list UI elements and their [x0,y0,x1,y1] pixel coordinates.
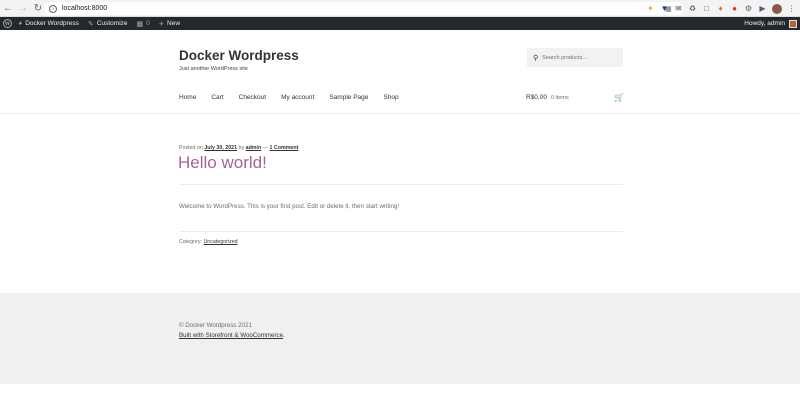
post-content: Welcome to WordPress. This is your first… [179,203,400,210]
extension-icon[interactable]: ▼ [660,4,669,13]
site-tagline: Just another WordPress site [179,66,248,72]
post-author-link[interactable]: admin [246,145,262,151]
admin-bar-account[interactable]: Howdy, admin [744,17,797,30]
footer-copyright: © Docker Wordpress 2021 [179,322,252,329]
admin-bar-customize[interactable]: ✎ Customize [88,20,128,28]
site-footer [0,293,800,384]
product-search-input[interactable]: ⚲ Search products… [527,48,623,67]
post-date-link[interactable]: July 30, 2021 [204,145,237,151]
post-title-divider [179,184,623,185]
info-icon[interactable]: i [49,4,57,13]
extension-icon[interactable]: ♦ [716,4,725,13]
extension-icon[interactable]: □ [702,4,711,13]
admin-bar-site-name[interactable]: ◕ Docker Wordpress [18,20,79,27]
extension-icon[interactable]: ✦ [646,4,655,13]
menu-item-checkout[interactable]: Checkout [239,94,266,101]
post-comments-link[interactable]: 1 Comment [270,145,299,151]
profile-avatar[interactable] [772,3,782,14]
menu-item-shop[interactable]: Shop [383,94,398,101]
extension-icon[interactable]: ♻ [688,4,697,13]
site-title[interactable]: Docker Wordpress [179,48,299,63]
post-title[interactable]: Hello world! [178,153,267,173]
address-bar[interactable]: i localhost:8000 ▦ ☆ [44,2,684,15]
primary-menu: Home Cart Checkout My account Sample Pag… [179,94,414,101]
menu-item-home[interactable]: Home [179,94,196,101]
search-icon: ⚲ [533,54,539,62]
post-content-divider [179,231,623,232]
post-category: Category: Uncategorized [179,239,238,245]
puzzle-icon[interactable]: ▶ [758,4,767,13]
wordpress-logo-icon[interactable]: W [3,19,12,28]
menu-item-cart[interactable]: Cart [211,94,223,101]
howdy-text: Howdy, admin [744,20,785,27]
reload-icon[interactable]: ↻ [31,1,45,15]
category-link[interactable]: Uncategorized [203,239,237,245]
extension-icon[interactable]: ⚙ [744,4,753,13]
menu-item-sample-page[interactable]: Sample Page [329,94,368,101]
browser-toolbar: ← → ↻ i localhost:8000 ▦ ☆ ✦ ▼ ✉ ♻ □ ♦ ●… [0,0,800,17]
cart-amount: R$0,00 [526,94,547,101]
plus-icon: + [158,18,165,29]
more-icon[interactable]: ⋮ [787,4,796,13]
wp-admin-bar: W ◕ Docker Wordpress ✎ Customize ▩ 0 + N… [0,17,800,30]
extension-icon[interactable]: ● [730,4,739,13]
cart-count: 0 items [550,94,569,101]
search-placeholder: Search products… [542,54,588,61]
brush-icon: ✎ [87,20,94,28]
extensions-bar: ✦ ▼ ✉ ♻ □ ♦ ● ⚙ ▶ ⋮ [646,1,796,16]
footer-credit: Built with Storefront & WooCommerce. [179,332,285,339]
header-cart[interactable]: R$0,00 0 items 🛒 [526,93,624,102]
user-avatar [789,19,797,28]
post-meta: Posted on July 30, 2021 by admin — 1 Com… [179,145,299,151]
header-divider [0,113,800,114]
comment-icon: ▩ [136,20,144,28]
menu-item-my-account[interactable]: My account [281,94,314,101]
admin-bar-new[interactable]: + New [159,19,180,29]
admin-bar-comments[interactable]: ▩ 0 [137,20,150,28]
storefront-credit-link[interactable]: Built with Storefront & WooCommerce [179,332,283,339]
url-text: localhost:8000 [62,5,108,12]
basket-icon: 🛒 [614,93,624,102]
dashboard-icon: ◕ [18,20,23,27]
arrow-left-icon[interactable]: ← [1,1,15,15]
extension-icon[interactable]: ✉ [674,4,683,13]
arrow-right-icon[interactable]: → [16,1,30,15]
